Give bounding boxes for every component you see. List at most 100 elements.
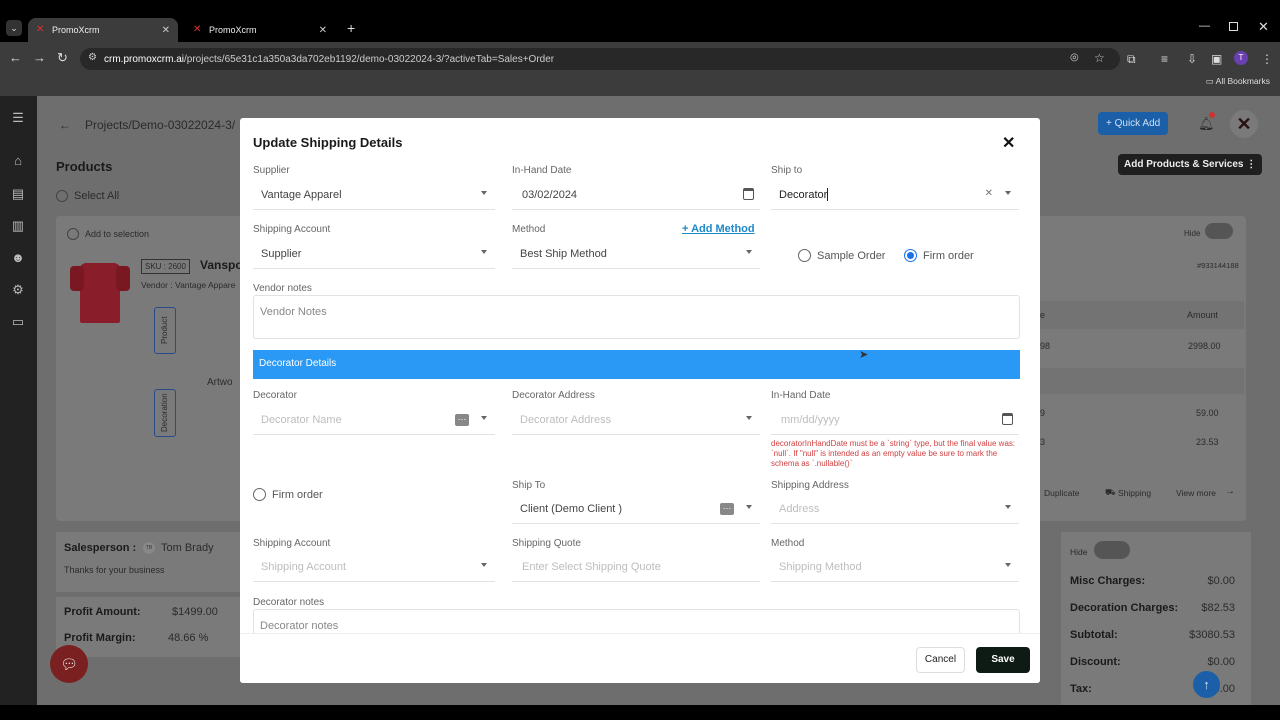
reports-icon[interactable]: ▥	[9, 218, 27, 234]
tab-list-button[interactable]: ⌄	[6, 20, 22, 36]
minimize-icon[interactable]: —	[1199, 20, 1210, 32]
calendar-icon[interactable]	[743, 188, 754, 200]
breadcrumb: Projects/Demo-03022024-3/	[85, 118, 236, 132]
decorator-address-select[interactable]: Decorator Address	[512, 405, 760, 435]
new-tab-icon[interactable]: +	[347, 20, 355, 36]
ship-to-label: Ship to	[771, 165, 803, 176]
totals-hide-toggle[interactable]	[1094, 541, 1130, 559]
home-icon[interactable]: ⌂	[9, 153, 27, 168]
vendor-notes-textarea[interactable]: Vendor Notes	[253, 295, 1020, 339]
cancel-button[interactable]: Cancel	[916, 647, 965, 673]
back-icon[interactable]: ←	[9, 50, 22, 65]
firm-order-2-label: Firm order	[272, 488, 323, 501]
ship-to-select[interactable]: Decorator ✕	[771, 180, 1019, 210]
user-settings-icon[interactable]: ⚙	[9, 282, 27, 298]
view-more-link[interactable]: View more	[1176, 488, 1216, 498]
shipping-account-2-label: Shipping Account	[253, 538, 331, 549]
more-options-icon[interactable]: …	[720, 502, 734, 515]
inhand-date-field[interactable]: 03/02/2024	[512, 180, 760, 210]
notification-bell-icon[interactable]: 🔔︎	[1198, 116, 1215, 132]
close-tab-icon[interactable]: ✕	[162, 25, 170, 36]
hamburger-menu-icon[interactable]: ☰	[9, 110, 27, 126]
restore-icon[interactable]	[1229, 22, 1238, 31]
salesperson-avatar: TB	[143, 542, 155, 554]
download-icon[interactable]: ⇩	[1187, 52, 1197, 66]
decorator-placeholder: Decorator Name	[261, 413, 342, 426]
scroll-to-top-button[interactable]: ↑	[1193, 671, 1220, 698]
method-select[interactable]: Best Ship Method	[512, 239, 760, 269]
quick-add-button[interactable]: + Quick Add	[1098, 112, 1169, 135]
arrow-right-icon: →	[1225, 486, 1235, 497]
forward-icon[interactable]: →	[33, 50, 46, 65]
supplier-select[interactable]: Vantage Apparel	[253, 180, 495, 210]
add-to-selection-checkbox[interactable]	[67, 228, 79, 240]
decorator-details-header: Decorator Details	[253, 350, 1020, 379]
back-arrow-icon[interactable]: ←	[59, 118, 71, 132]
sample-order-radio[interactable]: Sample Order	[798, 247, 885, 265]
menu-kebab-icon[interactable]: ⋮	[1261, 52, 1273, 66]
radio-icon	[253, 488, 266, 502]
promoxcrm-favicon-icon: ✕	[193, 24, 202, 35]
select-all-checkbox[interactable]	[56, 190, 68, 202]
method-2-select[interactable]: Shipping Method	[771, 552, 1019, 582]
more-options-icon[interactable]: …	[455, 413, 469, 426]
profit-margin-label: Profit Margin:	[64, 632, 136, 644]
chat-support-button[interactable]: 💬︎	[50, 645, 88, 683]
shipping-link[interactable]: Shipping	[1118, 488, 1151, 498]
total-label: Discount:	[1070, 656, 1121, 668]
salesperson-name: Tom Brady	[161, 542, 214, 554]
site-settings-icon[interactable]: ⚙	[88, 52, 97, 63]
decoration-tag-label: Decoration	[160, 393, 169, 433]
decorator-select[interactable]: Decorator Name …	[253, 405, 495, 435]
duplicate-link[interactable]: Duplicate	[1044, 488, 1079, 498]
calendar-icon[interactable]	[1002, 413, 1013, 425]
billing-icon[interactable]: ▭	[9, 314, 27, 330]
projects-icon[interactable]: ▤	[9, 186, 27, 202]
save-button[interactable]: Save	[976, 647, 1030, 673]
bookmark-star-icon[interactable]: ☆	[1094, 51, 1105, 65]
address-bar[interactable]: ⚙ crm.promoxcrm.ai/projects/65e31c1a350a…	[80, 48, 1120, 70]
clear-icon[interactable]: ✕	[985, 188, 993, 199]
shipping-account-2-select[interactable]: Shipping Account	[253, 552, 495, 582]
browser-tab-2[interactable]: ✕ PromoXcrm ✕	[185, 18, 335, 42]
ship-to-value: Decorator	[779, 188, 828, 201]
browser-tab-1[interactable]: ✕ PromoXcrm ✕	[28, 18, 178, 42]
ship-to-2-label: Ship To	[512, 480, 546, 491]
decorator-notes-placeholder: Decorator notes	[260, 620, 339, 632]
ship-to-2-select[interactable]: Client (Demo Client )…	[512, 494, 760, 524]
product-image	[70, 258, 130, 324]
modal-title: Update Shipping Details	[253, 135, 403, 150]
hide-toggle[interactable]	[1205, 223, 1233, 239]
firm-order-radio[interactable]: Firm order	[904, 247, 974, 265]
chevron-down-icon	[1005, 505, 1011, 509]
profile-avatar[interactable]: T	[1234, 51, 1248, 65]
close-icon[interactable]: ✕	[1002, 133, 1015, 153]
total-value: $0.00	[1207, 575, 1235, 587]
eye-off-icon[interactable]: ◎	[1070, 52, 1079, 63]
company-logo[interactable]: ✕	[1230, 110, 1258, 138]
mouse-cursor-icon: ➤	[859, 349, 869, 361]
profit-amount-label: Profit Amount:	[64, 606, 141, 618]
shipping-quote-input[interactable]: Enter Select Shipping Quote	[512, 552, 760, 582]
contacts-icon[interactable]: ☻	[9, 250, 27, 265]
sidepanel-icon[interactable]: ▣	[1211, 52, 1222, 66]
salesperson-label: Salesperson :	[64, 542, 137, 554]
shipping-account-select[interactable]: Supplier	[253, 239, 495, 269]
shipping-address-select[interactable]: Address	[771, 494, 1019, 524]
all-bookmarks-label: All Bookmarks	[1215, 76, 1270, 86]
all-bookmarks[interactable]: ▭ All Bookmarks	[1206, 76, 1270, 87]
extensions-icon[interactable]: ⧉	[1127, 52, 1136, 67]
row-amount-2: 59.00	[1196, 408, 1219, 418]
media-icon[interactable]: ≡	[1161, 52, 1168, 66]
close-tab-icon[interactable]: ✕	[319, 25, 327, 36]
decorator-inhand-date-field[interactable]: mm/dd/yyyy	[771, 405, 1019, 435]
reload-icon[interactable]: ↻	[57, 50, 68, 66]
close-window-icon[interactable]: ✕	[1258, 19, 1269, 35]
add-method-link[interactable]: + Add Method	[682, 223, 755, 235]
decorator-address-placeholder: Decorator Address	[520, 413, 612, 426]
chevron-down-icon	[1005, 191, 1011, 195]
add-products-services-button[interactable]: Add Products & Services ⋮	[1118, 154, 1263, 175]
col-header-amount: Amount	[1187, 310, 1219, 320]
promoxcrm-favicon-icon: ✕	[36, 24, 45, 35]
firm-order-radio-2[interactable]: Firm order	[253, 486, 323, 504]
